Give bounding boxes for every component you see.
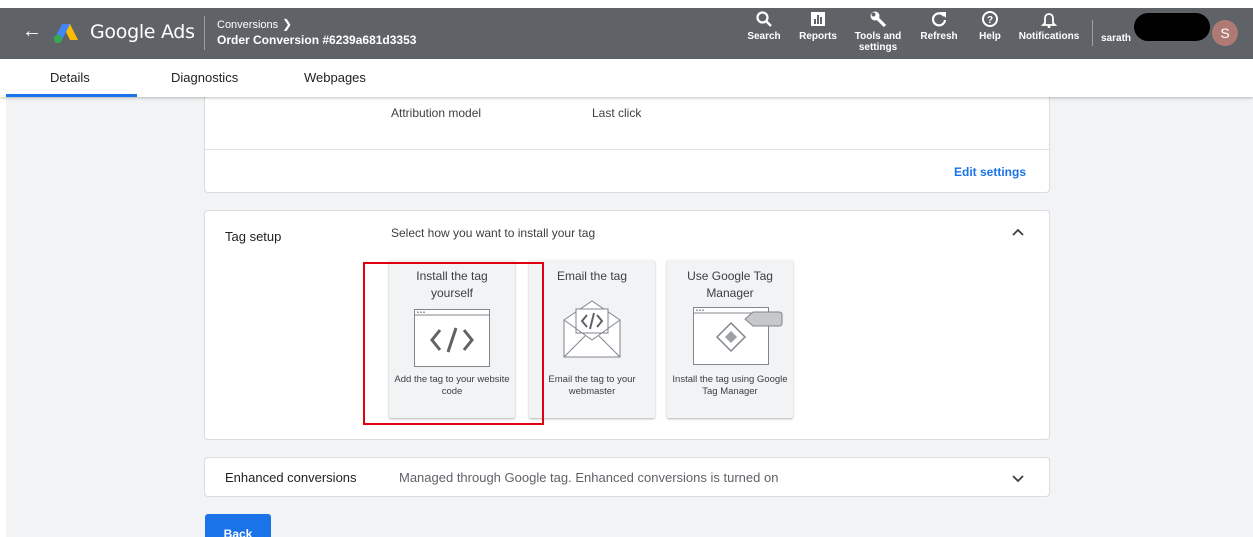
breadcrumb[interactable]: Conversions ❯ [217,17,292,31]
page-title: Order Conversion #6239a681d3353 [217,33,417,47]
option-description: Install the tag using Google Tag Manager [672,374,788,397]
notifications-label: Notifications [1018,31,1080,42]
svg-text:?: ? [987,15,993,26]
tools-settings-label: Tools and settings [854,31,902,53]
active-tab-indicator [6,94,137,97]
breadcrumb-conversions[interactable]: Conversions [217,19,278,31]
product-name[interactable]: Google Ads [90,21,195,43]
account-user: sarath [1101,33,1132,44]
reports-button[interactable]: Reports [797,10,839,42]
avatar[interactable]: S [1212,20,1238,46]
attribution-model-label: Attribution model [391,106,482,120]
tab-webpages[interactable]: Webpages [304,70,366,85]
tab-diagnostics[interactable]: Diagnostics [171,70,238,85]
back-arrow-icon[interactable]: ← [22,21,42,41]
tag-setup-description: Select how you want to install your tag [391,226,596,240]
option-title: Install the tag yourself [416,269,488,300]
chevron-right-icon: ❯ [282,17,293,31]
tag-setup-title: Tag setup [225,229,282,244]
reports-icon [797,10,839,30]
topbar-divider [1092,20,1093,46]
attribution-model-value: Last click [592,106,642,120]
back-button[interactable]: Back [205,514,271,537]
install-tag-yourself-option[interactable]: Install the tag yourself Add the tag to … [389,260,515,418]
edit-settings-link[interactable]: Edit settings [954,165,1026,179]
google-ads-logo [53,24,78,44]
search-icon [745,10,783,30]
option-title: Email the tag [556,269,628,283]
option-description: Email the tag to your webmaster [548,374,636,397]
tag-manager-icon [693,307,783,365]
option-title: Use Google Tag Manager [687,269,773,300]
chevron-up-icon[interactable] [1011,227,1025,237]
bell-icon [1017,10,1081,30]
topbar-divider [204,16,205,50]
search-button[interactable]: Search [745,10,783,42]
help-button[interactable]: ? Help [975,10,1005,42]
card-divider [205,149,1049,150]
refresh-label: Refresh [920,31,958,42]
reports-label: Reports [799,31,837,42]
email-tag-option[interactable]: Email the tag Email the tag to your webm… [529,260,655,418]
top-app-bar: ← Google Ads Conversions ❯ Order Conversi… [0,8,1253,59]
refresh-button[interactable]: Refresh [918,10,960,42]
email-code-icon [563,300,621,358]
help-icon: ? [975,10,1005,30]
search-label: Search [747,31,781,42]
enhanced-conversions-status: Managed through Google tag. Enhanced con… [399,470,779,485]
wrench-icon [852,10,904,30]
enhanced-conversions-title: Enhanced conversions [225,470,357,485]
help-label: Help [979,31,1001,42]
notifications-button[interactable]: Notifications [1017,10,1081,42]
option-description: Add the tag to your website code [394,374,510,397]
code-window-icon [414,309,490,367]
google-tag-manager-option[interactable]: Use Google Tag Manager Install the tag u… [667,260,793,418]
refresh-icon [918,10,960,30]
chevron-down-icon[interactable] [1011,474,1025,484]
tools-settings-button[interactable]: Tools and settings [852,10,904,53]
tab-details[interactable]: Details [50,70,90,85]
tab-bar: Details Diagnostics Webpages [0,59,1253,97]
redaction-block [1134,13,1210,41]
